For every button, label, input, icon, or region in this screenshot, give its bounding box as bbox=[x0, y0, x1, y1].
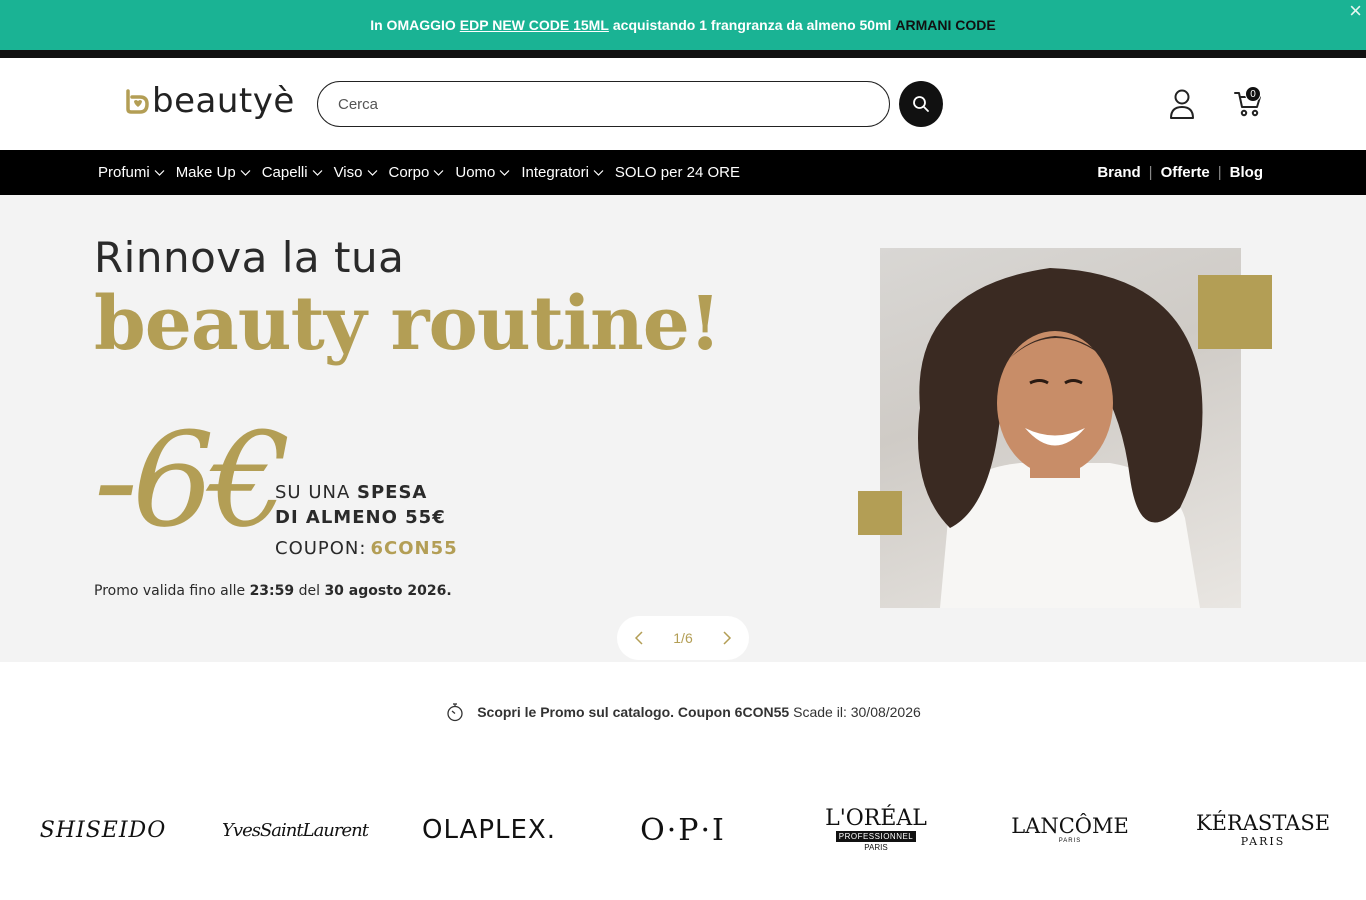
stopwatch-icon bbox=[447, 703, 463, 722]
promo-expiry: Scade il: 30/08/2026 bbox=[793, 704, 921, 720]
main-nav: Profumi Make Up Capelli Viso Corpo Uomo … bbox=[0, 150, 1366, 195]
chevron-down-icon bbox=[312, 170, 323, 176]
hero-photo bbox=[880, 248, 1241, 608]
nav-item-label: Profumi bbox=[98, 164, 150, 181]
chevron-down-icon bbox=[593, 170, 604, 176]
nav-link-brand[interactable]: Brand bbox=[1097, 164, 1140, 181]
nav-item-corpo[interactable]: Corpo bbox=[389, 164, 445, 181]
brand-logo-kerastase[interactable]: KÉRASTASE PARIS bbox=[1196, 800, 1330, 860]
close-icon[interactable]: × bbox=[1349, 0, 1362, 24]
nav-separator: | bbox=[1148, 164, 1153, 181]
nav-item-uomo[interactable]: Uomo bbox=[455, 164, 510, 181]
logo-heart-icon bbox=[126, 89, 149, 114]
hero-validity: Promo valida fino alle 23:59 del 30 agos… bbox=[94, 583, 452, 599]
nav-item-label: Make Up bbox=[175, 164, 236, 181]
nav-item-integratori[interactable]: Integratori bbox=[521, 164, 604, 181]
chevron-right-icon[interactable] bbox=[721, 631, 733, 645]
kerastase-name: KÉRASTASE bbox=[1195, 810, 1331, 835]
validity-time: 23:59 bbox=[249, 583, 295, 599]
nav-item-solo-24-ore[interactable]: SOLO per 24 ORE bbox=[615, 164, 740, 181]
loreal-city: PARIS bbox=[864, 843, 888, 852]
brand-logo-opi[interactable]: O·P·I bbox=[640, 800, 726, 860]
hero-discount: -6€ bbox=[94, 404, 291, 556]
offer-min-spend: DI ALMENO 55€ bbox=[275, 507, 446, 528]
nav-item-profumi[interactable]: Profumi bbox=[98, 164, 165, 181]
lancome-name: LANCÔME bbox=[1011, 814, 1129, 838]
promo-line: Scopri le Promo sul catalogo. Coupon 6CO… bbox=[0, 690, 1366, 734]
announcement-bar: In OMAGGIO EDP NEW CODE 15ML acquistando… bbox=[0, 0, 1366, 50]
brand-logo-olaplex[interactable]: OLAPLEX. bbox=[422, 800, 555, 860]
hero-offer: SU UNA SPESA DI ALMENO 55€ COUPON: 6CON55 bbox=[275, 482, 458, 559]
chevron-down-icon bbox=[499, 170, 510, 176]
validity-text-b: del bbox=[298, 583, 320, 599]
chevron-down-icon bbox=[367, 170, 377, 176]
chevron-down-icon bbox=[154, 170, 165, 176]
carousel-pager: 1/6 bbox=[617, 616, 749, 660]
nav-item-viso[interactable]: Viso bbox=[334, 164, 378, 181]
promo-text-bold[interactable]: Scopri le Promo sul catalogo. Coupon 6CO… bbox=[477, 704, 789, 720]
brand-logo-lancome[interactable]: LANCÔME PARIS bbox=[1011, 800, 1129, 860]
hero-banner[interactable]: Rinnova la tua beauty routine! -6€ SU UN… bbox=[0, 195, 1366, 662]
nav-item-label: SOLO per 24 ORE bbox=[614, 164, 740, 181]
offer-text-a: SU UNA bbox=[275, 482, 351, 503]
validity-date: 30 agosto 2026. bbox=[324, 583, 452, 599]
header-divider-strip bbox=[0, 50, 1366, 58]
search-icon bbox=[913, 96, 929, 112]
search-button[interactable] bbox=[899, 81, 943, 127]
nav-item-label: Uomo bbox=[455, 164, 496, 181]
brand-strip: SHISEIDO YvesSaintLaurent OLAPLEX. O·P·I… bbox=[0, 800, 1366, 860]
carousel-counter: 1/6 bbox=[673, 630, 693, 646]
brand-logo-loreal[interactable]: L'ORÉAL PROFESSIONNEL PARIS bbox=[825, 800, 927, 860]
decor-square-small bbox=[858, 491, 902, 535]
brand-logo-ysl[interactable]: YvesSaintLaurent bbox=[222, 800, 369, 860]
validity-text-a: Promo valida fino alle bbox=[94, 583, 246, 599]
kerastase-city: PARIS bbox=[1240, 834, 1286, 848]
decor-square bbox=[1198, 275, 1272, 349]
lancome-city: PARIS bbox=[1058, 838, 1082, 844]
hero-title-line2: beauty routine! bbox=[94, 281, 721, 367]
nav-item-makeup[interactable]: Make Up bbox=[176, 164, 251, 181]
brand-logo-shiseido[interactable]: SHISEIDO bbox=[40, 800, 165, 860]
site-header: beautyè bbox=[0, 58, 1366, 150]
offer-text-b: SPESA bbox=[357, 482, 428, 503]
nav-item-label: Capelli bbox=[261, 164, 308, 181]
announcement-link[interactable]: EDP NEW CODE 15ML bbox=[460, 17, 609, 33]
nav-item-label: Corpo bbox=[388, 164, 430, 181]
loreal-sub: PROFESSIONNEL bbox=[835, 831, 917, 842]
announcement-brand: ARMANI CODE bbox=[895, 17, 996, 33]
coupon-label: COUPON: bbox=[275, 538, 367, 559]
nav-link-blog[interactable]: Blog bbox=[1230, 164, 1263, 181]
logo-text: beautyè bbox=[152, 81, 295, 121]
nav-item-label: Viso bbox=[333, 164, 363, 181]
announcement-text-2: acquistando 1 frangranza da almeno 50ml bbox=[612, 17, 892, 33]
search-input[interactable] bbox=[317, 81, 890, 127]
nav-item-label: Integratori bbox=[521, 164, 589, 181]
hero-woman-illustration bbox=[918, 268, 1203, 608]
announcement-text: In OMAGGIO bbox=[370, 17, 456, 33]
loreal-name: L'ORÉAL bbox=[825, 806, 927, 831]
chevron-down-icon bbox=[240, 170, 251, 176]
logo[interactable]: beautyè bbox=[122, 84, 295, 118]
cart-count-badge: 0 bbox=[1245, 86, 1261, 102]
nav-link-offerte[interactable]: Offerte bbox=[1161, 164, 1210, 181]
nav-item-capelli[interactable]: Capelli bbox=[262, 164, 323, 181]
account-icon[interactable] bbox=[1168, 88, 1196, 120]
coupon-code: 6CON55 bbox=[370, 538, 458, 559]
hero-title-line1: Rinnova la tua bbox=[94, 233, 405, 282]
nav-separator: | bbox=[1217, 164, 1222, 181]
chevron-left-icon[interactable] bbox=[633, 631, 645, 645]
chevron-down-icon bbox=[433, 170, 444, 176]
